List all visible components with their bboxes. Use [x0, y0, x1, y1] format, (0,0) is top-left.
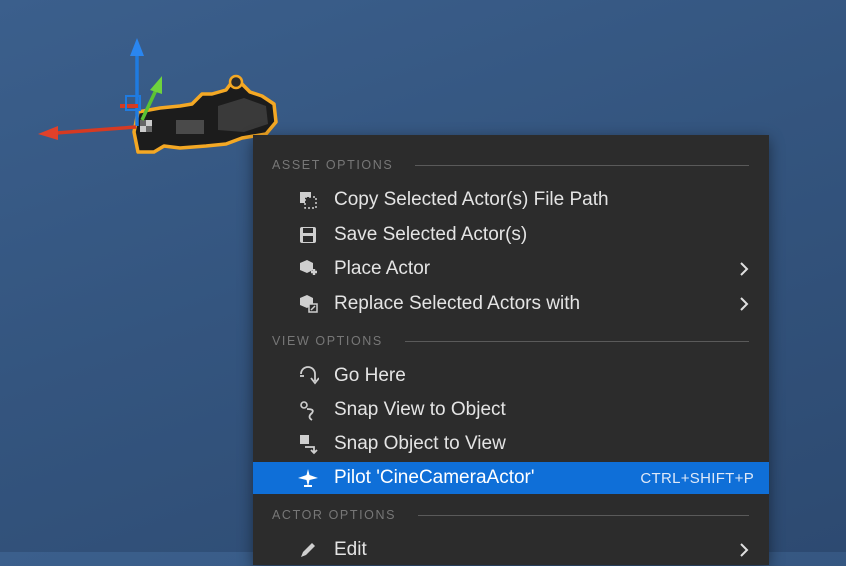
menu-item-place-actor[interactable]: Place Actor — [253, 253, 769, 285]
actor-context-menu: ASSET OPTIONS Copy Selected Actor(s) Fil… — [253, 135, 769, 565]
menu-item-label: Go Here — [334, 365, 406, 386]
chevron-right-icon — [739, 543, 753, 557]
section-header-view-options: VIEW OPTIONS — [253, 330, 769, 352]
menu-item-label: Save Selected Actor(s) — [334, 224, 528, 245]
menu-item-replace-actors[interactable]: Replace Selected Actors with — [253, 288, 769, 320]
place-actor-icon — [296, 257, 320, 281]
section-divider — [418, 514, 749, 516]
pilot-icon — [296, 466, 320, 490]
section-header-asset-options: ASSET OPTIONS — [253, 154, 769, 176]
menu-item-pilot-camera[interactable]: Pilot 'CineCameraActor' CTRL+SHIFT+P — [253, 462, 769, 494]
menu-item-label: Edit — [334, 539, 367, 560]
edit-icon — [296, 538, 320, 562]
section-label: VIEW OPTIONS — [272, 334, 383, 348]
menu-item-snap-object-to-view[interactable]: Snap Object to View — [253, 428, 769, 460]
menu-item-label: Pilot 'CineCameraActor' — [334, 467, 535, 488]
replace-actor-icon — [296, 292, 320, 316]
section-header-actor-options: ACTOR OPTIONS — [253, 504, 769, 526]
menu-item-label: Snap Object to View — [334, 433, 506, 454]
menu-item-snap-view-to-object[interactable]: Snap View to Object — [253, 394, 769, 426]
copy-path-icon — [296, 188, 320, 212]
snap-view-icon — [296, 398, 320, 422]
section-divider — [404, 340, 749, 342]
menu-item-edit[interactable]: Edit — [253, 534, 769, 566]
save-icon — [296, 223, 320, 247]
menu-item-go-here[interactable]: Go Here — [253, 360, 769, 392]
x-axis-arrow[interactable] — [38, 125, 137, 140]
snap-object-icon — [296, 432, 320, 456]
menu-item-label: Snap View to Object — [334, 399, 506, 420]
chevron-right-icon — [739, 262, 753, 276]
section-label: ASSET OPTIONS — [272, 158, 394, 172]
menu-item-label: Copy Selected Actor(s) File Path — [334, 189, 609, 210]
transform-gizmo[interactable] — [30, 34, 290, 174]
menu-item-save-selected[interactable]: Save Selected Actor(s) — [253, 219, 769, 251]
menu-item-copy-file-path[interactable]: Copy Selected Actor(s) File Path — [253, 184, 769, 216]
go-here-icon — [296, 364, 320, 388]
menu-item-label: Place Actor — [334, 258, 431, 279]
section-label: ACTOR OPTIONS — [272, 508, 397, 522]
chevron-right-icon — [739, 297, 753, 311]
menu-item-label: Replace Selected Actors with — [334, 293, 581, 314]
keyboard-shortcut: CTRL+SHIFT+P — [640, 469, 754, 487]
section-divider — [415, 164, 749, 166]
